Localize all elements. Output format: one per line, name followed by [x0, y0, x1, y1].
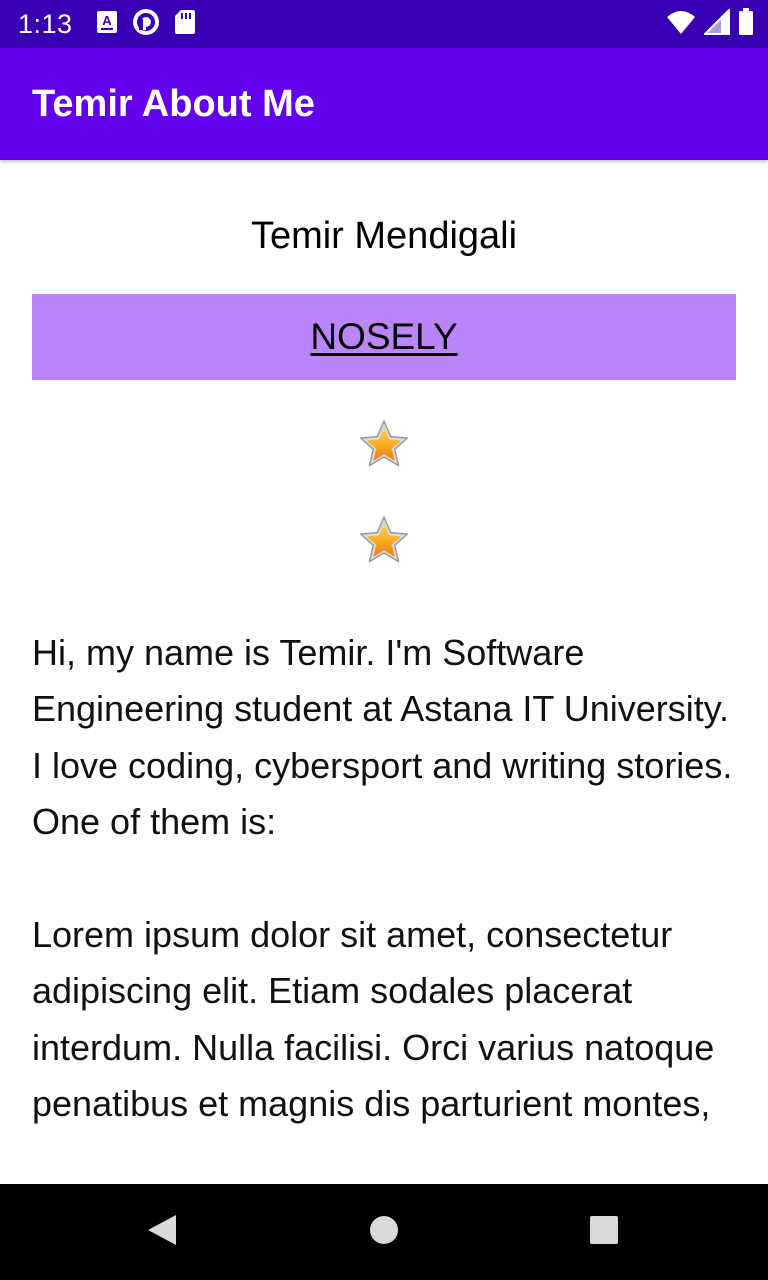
status-bar: 1:13 A — [0, 0, 768, 48]
star-icon — [358, 515, 410, 567]
home-button[interactable] — [364, 1212, 404, 1252]
name-text: Temir Mendigali — [250, 215, 518, 257]
nickname-box[interactable]: NOSELY — [32, 294, 736, 380]
text-a-icon: A — [96, 10, 118, 39]
cellular-signal-icon — [702, 7, 730, 40]
star-icon — [358, 419, 410, 471]
svg-text:A: A — [102, 13, 112, 28]
navigation-bar — [0, 1184, 768, 1280]
status-time: 1:13 — [18, 9, 73, 39]
app-bar: Temir About Me — [0, 48, 768, 160]
pocket-casts-icon — [132, 8, 160, 41]
home-icon — [369, 1215, 399, 1250]
content-scroll-area[interactable]: Temir Mendigali NOSELY Hi, my name is Te… — [0, 160, 768, 1184]
status-icons-left: A — [96, 8, 196, 41]
recents-icon — [589, 1215, 619, 1250]
status-icons-right — [666, 7, 754, 41]
back-button[interactable] — [142, 1212, 182, 1252]
battery-icon — [738, 7, 754, 41]
back-icon — [145, 1213, 179, 1252]
recents-button[interactable] — [584, 1212, 624, 1252]
bio-text: Hi, my name is Temir. I'm Software Engin… — [32, 632, 733, 1125]
app-title: Temir About Me — [32, 83, 315, 125]
wifi-icon — [666, 9, 696, 40]
sd-card-icon — [174, 9, 196, 40]
nickname-text[interactable]: NOSELY — [32, 294, 736, 380]
